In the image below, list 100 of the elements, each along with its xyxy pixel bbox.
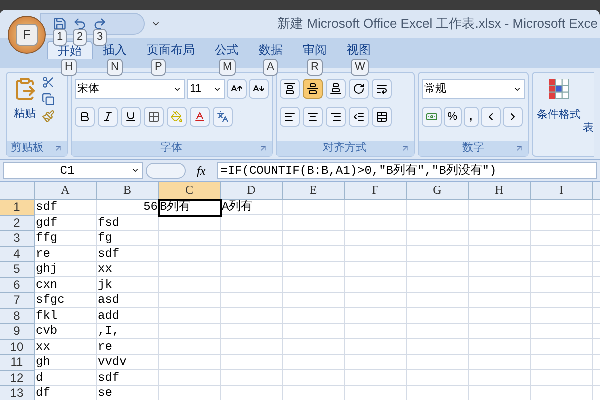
comma-button[interactable]: , — [464, 107, 479, 127]
keytip-tooltip: 1 — [53, 29, 68, 46]
row-header[interactable]: 9 — [0, 324, 34, 340]
font-color-icon — [194, 111, 206, 123]
keytip-tooltip: P — [151, 59, 166, 76]
table-cell-text: ghj — [35, 262, 59, 278]
column-header[interactable]: A — [35, 182, 97, 199]
clipboard-icon — [13, 76, 37, 102]
ribbon-label[interactable]: 表 — [583, 120, 594, 136]
table-cell-text: df — [35, 386, 52, 400]
cut-icon[interactable] — [42, 76, 55, 89]
row-header[interactable]: 1 — [0, 200, 34, 216]
table-cell-text: d — [35, 370, 44, 386]
group-label: 字体 — [160, 140, 183, 156]
row-header[interactable]: 10 — [0, 340, 34, 355]
format-painter-icon[interactable] — [42, 110, 55, 123]
bold-button[interactable] — [74, 107, 95, 127]
dialog-launcher-icon[interactable] — [400, 144, 410, 153]
column-header[interactable]: F — [345, 182, 407, 199]
table-cell-text: fsd — [97, 216, 121, 231]
dialog-launcher-icon[interactable] — [515, 144, 524, 153]
caret-icon — [131, 166, 140, 175]
vertical-align-button[interactable] — [302, 79, 323, 99]
keytip-tooltip: N — [107, 59, 123, 76]
column-header[interactable]: G — [407, 182, 469, 199]
ribbon-tab[interactable]: 视图 — [337, 41, 381, 59]
wrap-text-icon — [376, 83, 388, 95]
dialog-launcher-icon[interactable] — [54, 144, 63, 153]
dialog-launcher-icon[interactable] — [258, 144, 268, 153]
align-right-button[interactable] — [326, 107, 346, 127]
table-cell-text: add — [97, 308, 121, 324]
resize-handle-icon[interactable] — [146, 162, 186, 178]
ribbon-tab[interactable]: 页面布局 — [137, 41, 205, 59]
table-cell-text: re — [35, 246, 52, 262]
formula-field[interactable]: =IF(COUNTIF(B:B,A1)>0,"B列有","B列没有") — [216, 162, 597, 179]
copy-icon[interactable] — [42, 93, 55, 106]
undo-icon[interactable] — [73, 17, 87, 31]
number-format-field[interactable]: 常规 — [422, 79, 525, 99]
accounting-format-button[interactable] — [422, 107, 442, 127]
name-box[interactable]: C1 — [3, 162, 143, 179]
border-button[interactable] — [144, 107, 164, 127]
column-header[interactable]: I — [531, 182, 593, 199]
row-header[interactable]: 7 — [0, 293, 34, 308]
table-cell-text: xx — [35, 340, 52, 355]
keytip-tooltip: M — [219, 59, 236, 76]
row-header[interactable]: 5 — [0, 262, 34, 278]
row-header[interactable]: 8 — [0, 308, 34, 324]
row-header[interactable]: 11 — [0, 355, 34, 370]
table-cell-text: cvb — [35, 324, 59, 340]
italic-button[interactable] — [98, 107, 118, 127]
row-header[interactable]: 6 — [0, 278, 34, 293]
table-cell-text: 56 — [142, 200, 159, 216]
keytip-tooltip: 3 — [93, 29, 108, 46]
save-icon[interactable] — [53, 17, 67, 31]
conditional-format-button[interactable]: 条件格式 — [537, 79, 581, 156]
wrap-text-button[interactable] — [372, 79, 392, 99]
border-icon — [148, 111, 160, 123]
column-header[interactable]: C — [159, 182, 221, 199]
column-header[interactable]: E — [283, 182, 345, 199]
group-label: 对齐方式 — [323, 140, 368, 156]
decrease-decimal-button[interactable] — [502, 107, 523, 127]
column-header[interactable]: H — [469, 182, 531, 199]
font-color-button[interactable] — [190, 107, 210, 127]
group-label: 数字 — [462, 140, 484, 156]
vertical-align-button[interactable] — [326, 79, 346, 99]
align-center-button[interactable] — [302, 107, 323, 127]
keytip-tooltip: R — [307, 59, 323, 76]
indent-icon — [352, 111, 365, 123]
table-cell-text: sdf — [97, 246, 121, 262]
increase-decimal-button[interactable] — [480, 107, 501, 127]
decrease-indent-button[interactable] — [348, 107, 369, 127]
merge-button[interactable] — [372, 107, 392, 127]
row-header[interactable]: 4 — [0, 246, 34, 262]
group-label: 剪贴板 — [11, 140, 44, 156]
keytip-tooltip: A — [263, 59, 278, 76]
table-cell-text: sdf — [97, 370, 121, 386]
font-name-field[interactable]: 宋体 — [74, 79, 186, 99]
align-left-icon — [284, 111, 296, 123]
paste-button[interactable]: 粘贴 — [10, 76, 40, 141]
fill-color-button[interactable] — [166, 107, 187, 127]
row-header[interactable]: 3 — [0, 231, 34, 246]
ribbon-tab[interactable]: 公式 — [205, 41, 249, 59]
ribbon-tab[interactable]: 审阅 — [293, 41, 337, 59]
phonetic-button[interactable] — [212, 107, 233, 127]
table-cell-text: vvdv — [97, 355, 128, 370]
insert-function-button[interactable]: fx — [189, 162, 214, 180]
table-cell-text: gh — [35, 355, 52, 370]
row-header[interactable]: 12 — [0, 370, 34, 386]
percent-button[interactable]: % — [444, 107, 462, 127]
ribbon-tab[interactable]: 数据 — [249, 41, 293, 59]
underline-button[interactable] — [120, 107, 141, 127]
vertical-align-button[interactable] — [280, 79, 300, 99]
row-header[interactable]: 13 — [0, 386, 34, 400]
grow-font-button[interactable] — [226, 79, 247, 99]
shrink-font-button[interactable] — [248, 79, 269, 99]
align-left-button[interactable] — [280, 107, 300, 127]
row-header[interactable]: 2 — [0, 216, 34, 231]
redo-icon[interactable] — [93, 17, 107, 31]
font-size-field[interactable]: 11 — [187, 79, 225, 99]
orientation-button[interactable] — [348, 79, 369, 99]
